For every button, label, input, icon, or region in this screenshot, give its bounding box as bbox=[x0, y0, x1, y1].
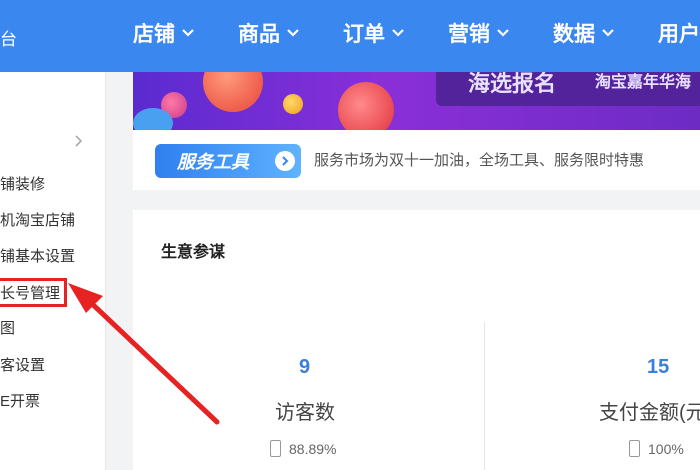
annotation-arrow bbox=[68, 283, 220, 425]
